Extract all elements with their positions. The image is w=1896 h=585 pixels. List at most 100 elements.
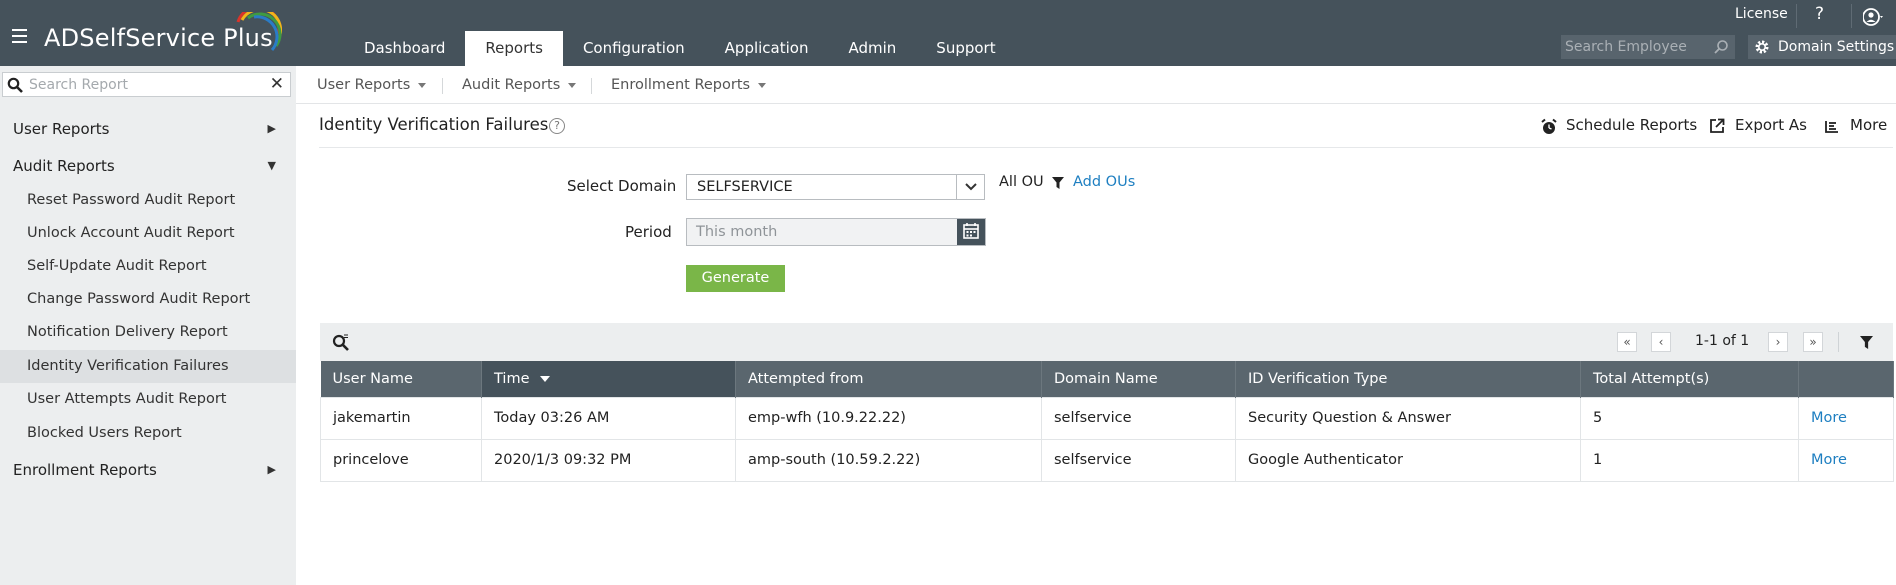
toolbar-divider: [1838, 332, 1839, 352]
domain-select[interactable]: SELFSERVICE: [686, 174, 985, 200]
select-domain-label: Select Domain: [567, 177, 677, 195]
table-row: jakemartin Today 03:26 AM emp-wfh (10.9.…: [320, 396, 1894, 440]
topbar-divider: [1851, 4, 1852, 28]
subnav-audit-reports[interactable]: Audit Reports: [462, 66, 577, 104]
calendar-icon: [963, 223, 979, 239]
clear-search-icon[interactable]: ✕: [270, 75, 284, 94]
user-account-icon[interactable]: [1863, 8, 1885, 26]
tab-configuration[interactable]: Configuration: [563, 31, 705, 66]
search-icon[interactable]: [1713, 39, 1729, 55]
period-label: Period: [625, 223, 672, 241]
column-header-total-attempts[interactable]: Total Attempt(s): [1580, 361, 1799, 397]
sidebar-item-reset-password-audit[interactable]: Reset Password Audit Report: [0, 184, 296, 217]
table-header-row: User Name Time Attempted from Domain Nam…: [320, 361, 1894, 397]
tab-admin[interactable]: Admin: [828, 31, 916, 66]
last-page-button[interactable]: »: [1803, 332, 1823, 352]
help-circle-icon[interactable]: ?: [549, 118, 565, 134]
period-field[interactable]: This month: [686, 218, 986, 246]
column-header-domain-name[interactable]: Domain Name: [1041, 361, 1236, 397]
tab-reports[interactable]: Reports: [465, 31, 563, 66]
generate-button[interactable]: Generate: [686, 265, 785, 292]
calendar-button[interactable]: [957, 219, 985, 245]
search-icon: [7, 77, 23, 93]
chevron-down-icon: ▼: [267, 159, 276, 172]
export-as-button[interactable]: Export As: [1709, 116, 1807, 134]
sidebar-item-self-update-audit[interactable]: Self-Update Audit Report: [0, 250, 296, 283]
sidebar-item-user-attempts-audit[interactable]: User Attempts Audit Report: [0, 383, 296, 416]
hamburger-menu-icon[interactable]: [12, 29, 27, 43]
report-search-input[interactable]: [29, 73, 259, 96]
sidebar-item-unlock-account-audit[interactable]: Unlock Account Audit Report: [0, 217, 296, 250]
domain-settings-label: Domain Settings: [1778, 39, 1895, 55]
sidebar: ✕ User Reports ▶ Audit Reports ▼ Reset P…: [0, 66, 296, 585]
row-more-link[interactable]: More: [1798, 396, 1894, 440]
prev-page-button[interactable]: ‹: [1651, 332, 1671, 352]
caret-down-icon: [568, 82, 577, 88]
schedule-reports-button[interactable]: Schedule Reports: [1540, 116, 1697, 134]
domain-settings-button[interactable]: Domain Settings: [1748, 35, 1896, 59]
report-subnav: User Reports Audit Reports Enrollment Re…: [296, 66, 1896, 104]
logo-swoosh-icon: [236, 12, 282, 51]
category-label: Enrollment Reports: [13, 461, 157, 479]
cell-domain-name: selfservice: [1041, 396, 1236, 440]
more-actions-button[interactable]: More: [1824, 116, 1887, 134]
chevron-right-icon: ▶: [267, 463, 276, 476]
more-menu-icon: [1825, 121, 1838, 133]
top-bar: ADSelfService Plus Dashboard Reports Con…: [0, 0, 1896, 66]
table-search-icon[interactable]: [332, 334, 350, 352]
category-label: User Reports: [13, 120, 110, 138]
add-ous-link[interactable]: Add OUs: [1073, 174, 1135, 190]
caret-down-icon: [418, 82, 427, 88]
sort-desc-icon: [539, 375, 550, 382]
topbar-divider: [1796, 4, 1797, 28]
page-range-text: 1-1 of 1: [1695, 333, 1750, 349]
main-nav: Dashboard Reports Configuration Applicat…: [344, 31, 1016, 66]
tab-dashboard[interactable]: Dashboard: [344, 31, 465, 66]
category-label: Audit Reports: [13, 157, 115, 175]
column-header-actions: [1798, 361, 1894, 397]
title-divider: [319, 147, 1893, 148]
cell-user-name: princelove: [320, 438, 482, 482]
report-search-box[interactable]: ✕: [2, 72, 291, 97]
sidebar-item-blocked-users[interactable]: Blocked Users Report: [0, 417, 296, 450]
schedule-reports-label: Schedule Reports: [1566, 116, 1698, 134]
alarm-clock-icon: [1541, 118, 1557, 134]
employee-search-input[interactable]: [1565, 35, 1705, 59]
row-more-link[interactable]: More: [1798, 438, 1894, 482]
employee-search-box[interactable]: [1561, 35, 1735, 59]
sidebar-category-audit-reports[interactable]: Audit Reports ▼: [0, 151, 296, 181]
column-header-id-verification-type[interactable]: ID Verification Type: [1235, 361, 1581, 397]
cell-time: Today 03:26 AM: [481, 396, 736, 440]
sidebar-category-user-reports[interactable]: User Reports ▶: [0, 114, 296, 144]
subnav-enrollment-reports[interactable]: Enrollment Reports: [611, 66, 767, 104]
column-label: Time: [494, 370, 530, 387]
cell-user-name: jakemartin: [320, 396, 482, 440]
period-value: This month: [696, 224, 778, 240]
filter-icon[interactable]: [1860, 336, 1873, 349]
cell-id-verification-type: Security Question & Answer: [1235, 396, 1581, 440]
sidebar-item-notification-delivery[interactable]: Notification Delivery Report: [0, 316, 296, 349]
subnav-divider: [442, 78, 443, 94]
chevron-down-icon: [965, 183, 977, 191]
column-header-time[interactable]: Time: [481, 361, 736, 397]
table-row: princelove 2020/1/3 09:32 PM amp-south (…: [320, 438, 1894, 482]
page-title: Identity Verification Failures: [319, 115, 549, 134]
tab-application[interactable]: Application: [705, 31, 829, 66]
first-page-button[interactable]: «: [1617, 332, 1637, 352]
filter-icon[interactable]: [1052, 177, 1064, 189]
column-header-attempted-from[interactable]: Attempted from: [735, 361, 1042, 397]
column-header-user-name[interactable]: User Name: [320, 361, 482, 397]
license-link[interactable]: License: [1735, 6, 1788, 22]
subnav-user-reports[interactable]: User Reports: [317, 66, 427, 104]
sidebar-category-enrollment-reports[interactable]: Enrollment Reports ▶: [0, 455, 296, 485]
tab-support[interactable]: Support: [916, 31, 1015, 66]
sidebar-item-identity-verification-failures[interactable]: Identity Verification Failures: [0, 350, 296, 383]
next-page-button[interactable]: ›: [1768, 332, 1788, 352]
subnav-label: User Reports: [317, 77, 411, 93]
gear-icon: [1755, 40, 1769, 54]
subnav-label: Audit Reports: [462, 77, 561, 93]
help-button[interactable]: ?: [1815, 4, 1824, 24]
sidebar-item-change-password-audit[interactable]: Change Password Audit Report: [0, 283, 296, 316]
dropdown-toggle[interactable]: [956, 175, 984, 199]
cell-time: 2020/1/3 09:32 PM: [481, 438, 736, 482]
